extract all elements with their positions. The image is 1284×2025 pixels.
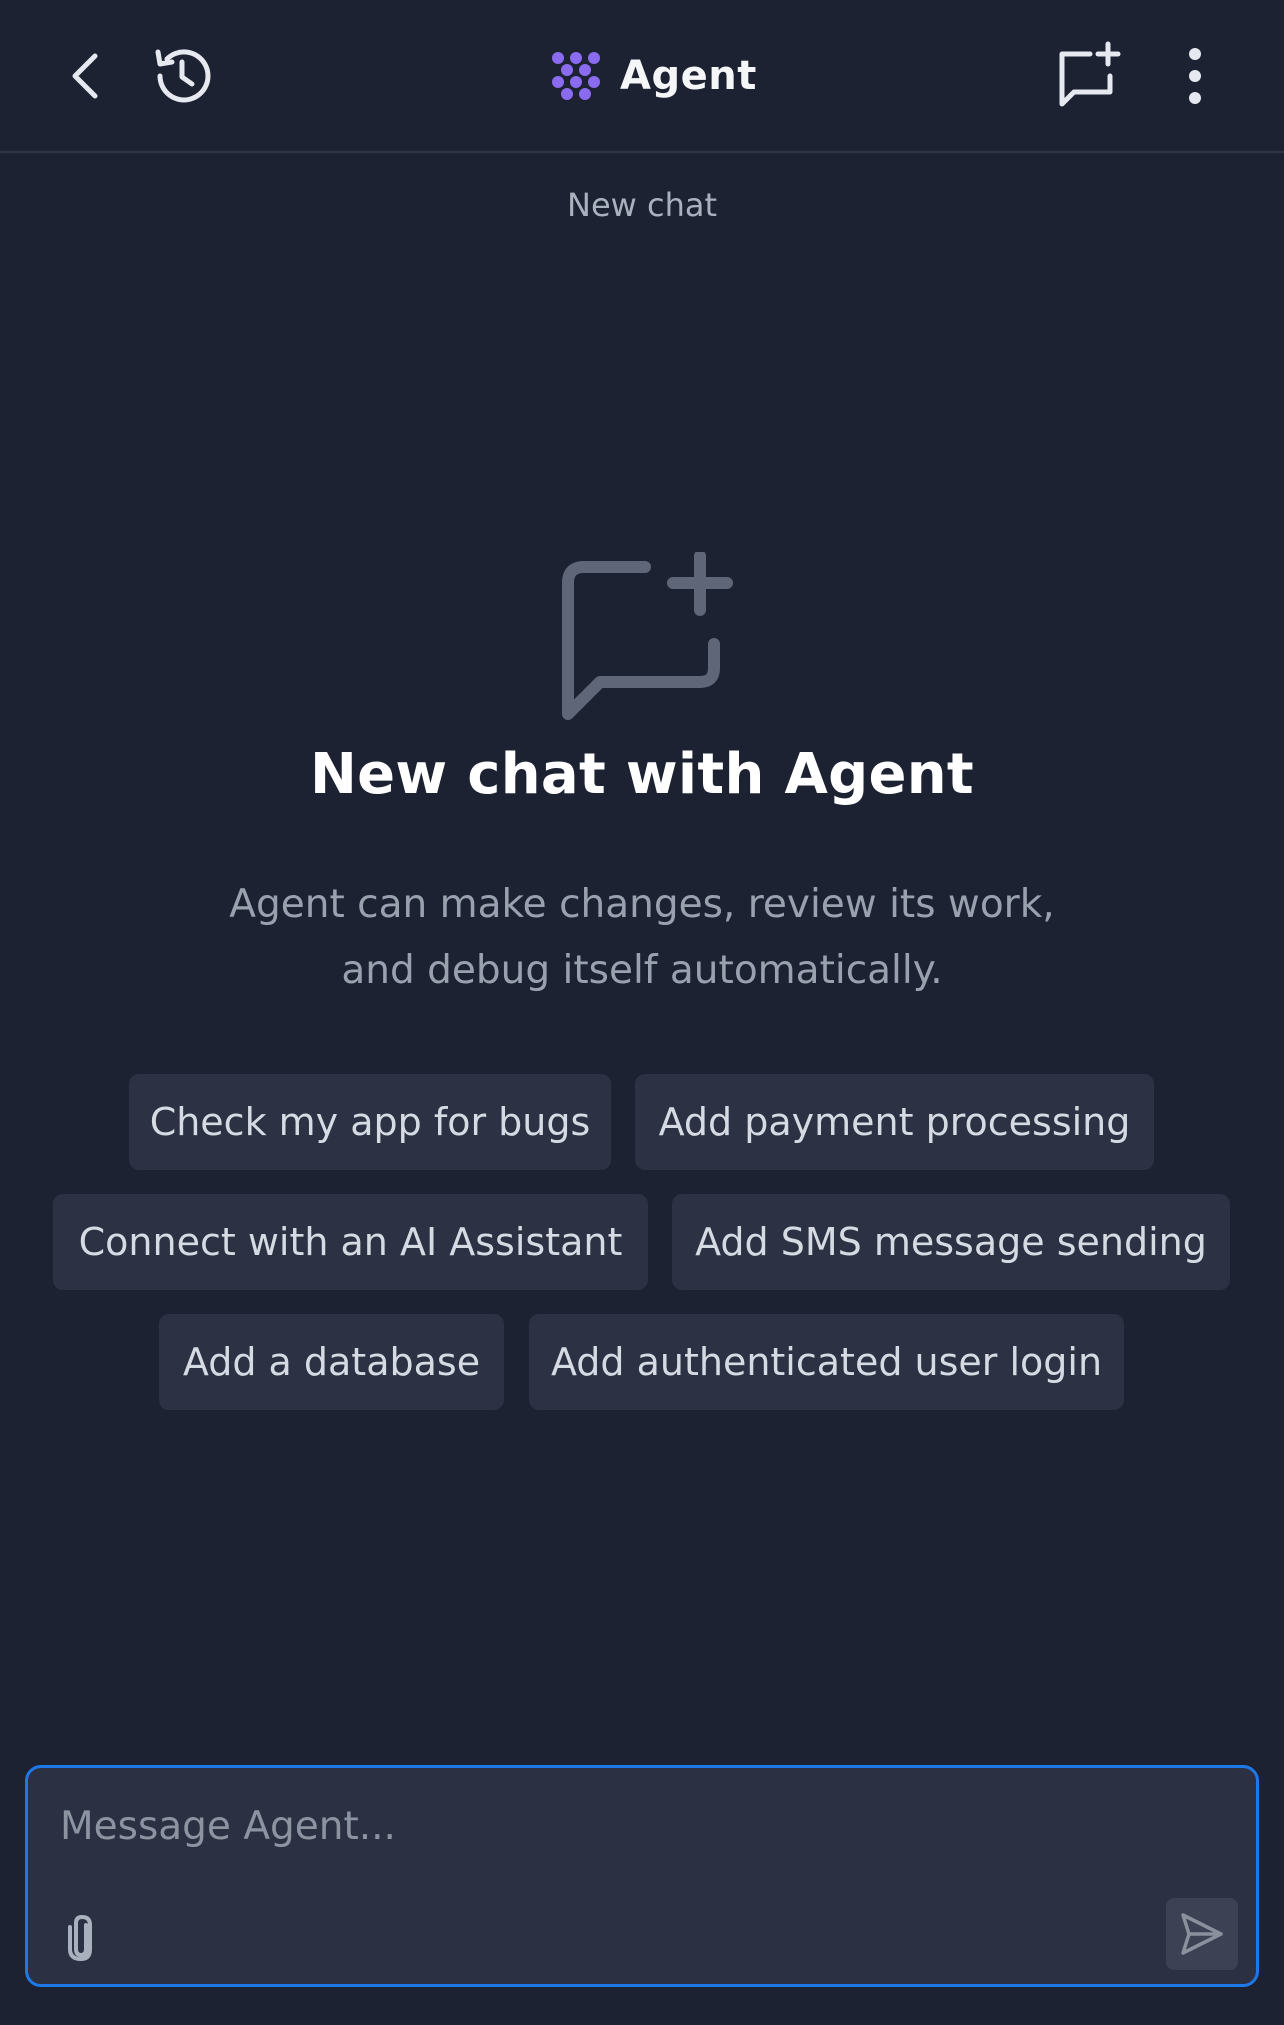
chevron-left-icon xyxy=(72,53,98,99)
history-icon xyxy=(155,49,211,103)
header-title: Agent xyxy=(620,53,757,99)
send-icon xyxy=(1181,1913,1223,1955)
header-brand: Agent xyxy=(550,48,757,104)
suggestion-chip[interactable]: Connect with an AI Assistant xyxy=(53,1194,648,1290)
paperclip-icon xyxy=(68,1914,92,1962)
message-composer xyxy=(25,1765,1259,1987)
hero-description: Agent can make changes, review its work,… xyxy=(229,882,1055,993)
new-chat-button[interactable] xyxy=(1050,38,1126,114)
chat-plus-icon xyxy=(562,552,733,720)
new-chat-icon xyxy=(1059,41,1121,107)
suggestion-chip[interactable]: Add a database xyxy=(159,1314,504,1410)
message-input[interactable] xyxy=(58,1790,1182,1862)
suggestion-chip[interactable]: Add payment processing xyxy=(635,1074,1154,1170)
attach-button[interactable] xyxy=(54,1908,108,1968)
hero-title: New chat with Agent xyxy=(309,742,974,807)
suggestion-chip[interactable]: Check my app for bugs xyxy=(129,1074,611,1170)
more-options-button[interactable] xyxy=(1170,40,1220,112)
top-bar: Agent xyxy=(0,0,1284,153)
agent-logo-icon xyxy=(552,52,600,100)
more-vertical-icon xyxy=(1189,48,1201,104)
back-button[interactable] xyxy=(55,40,115,112)
suggestion-chip[interactable]: Add authenticated user login xyxy=(529,1314,1124,1410)
suggestion-chip[interactable]: Add SMS message sending xyxy=(672,1194,1230,1290)
chat-subtitle: New chat xyxy=(567,186,717,224)
send-button[interactable] xyxy=(1166,1898,1238,1970)
history-button[interactable] xyxy=(146,40,218,112)
